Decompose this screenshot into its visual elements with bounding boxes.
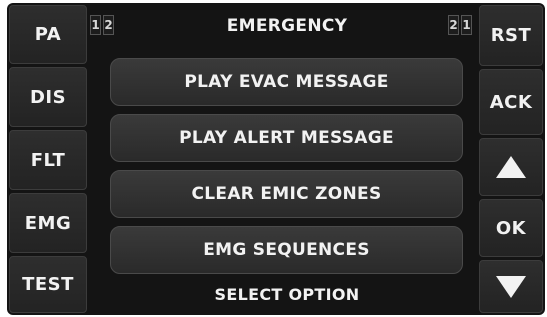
left-page-indicator: 1 2: [90, 15, 114, 35]
emg-button-label: EMG: [24, 212, 72, 234]
ack-button-label: ACK: [489, 91, 533, 113]
emg-button[interactable]: EMG: [9, 193, 87, 253]
control-panel-screen: PA DIS FLT EMG TEST 1 2 EMERGENCY 2 1 PL…: [7, 3, 545, 315]
left-indicator-digit: 1: [90, 15, 101, 35]
arrow-down-icon: [496, 275, 526, 298]
ack-button[interactable]: ACK: [479, 69, 543, 135]
ok-button-label: OK: [495, 217, 527, 239]
test-button-label: TEST: [22, 274, 74, 295]
scroll-down-button[interactable]: [479, 260, 543, 313]
rst-button[interactable]: RST: [479, 5, 543, 66]
rst-button-label: RST: [490, 25, 532, 46]
left-indicator-digit: 2: [103, 15, 114, 35]
dis-button-label: DIS: [29, 86, 67, 108]
option-label: EMG SEQUENCES: [203, 240, 370, 260]
dis-button[interactable]: DIS: [9, 67, 87, 127]
scroll-up-button[interactable]: [479, 138, 543, 196]
right-indicator-digit: 2: [448, 15, 459, 35]
page-title: EMERGENCY: [226, 16, 348, 36]
clear-emic-zones-button[interactable]: CLEAR EMIC ZONES: [110, 170, 463, 218]
flt-button-label: FLT: [30, 149, 66, 171]
option-label: CLEAR EMIC ZONES: [191, 184, 382, 204]
play-evac-message-button[interactable]: PLAY EVAC MESSAGE: [110, 58, 463, 106]
emg-sequences-button[interactable]: EMG SEQUENCES: [110, 226, 463, 274]
test-button[interactable]: TEST: [9, 256, 87, 313]
status-text: SELECT OPTION: [214, 285, 360, 304]
option-label: PLAY ALERT MESSAGE: [179, 128, 394, 148]
right-indicator-digit: 1: [461, 15, 472, 35]
arrow-up-icon: [496, 156, 526, 178]
ok-button[interactable]: OK: [479, 199, 543, 257]
pa-button-label: PA: [34, 24, 62, 45]
flt-button[interactable]: FLT: [9, 130, 87, 190]
pa-button[interactable]: PA: [9, 5, 87, 64]
option-label: PLAY EVAC MESSAGE: [184, 72, 389, 92]
right-page-indicator: 2 1: [448, 15, 472, 35]
play-alert-message-button[interactable]: PLAY ALERT MESSAGE: [110, 114, 463, 162]
